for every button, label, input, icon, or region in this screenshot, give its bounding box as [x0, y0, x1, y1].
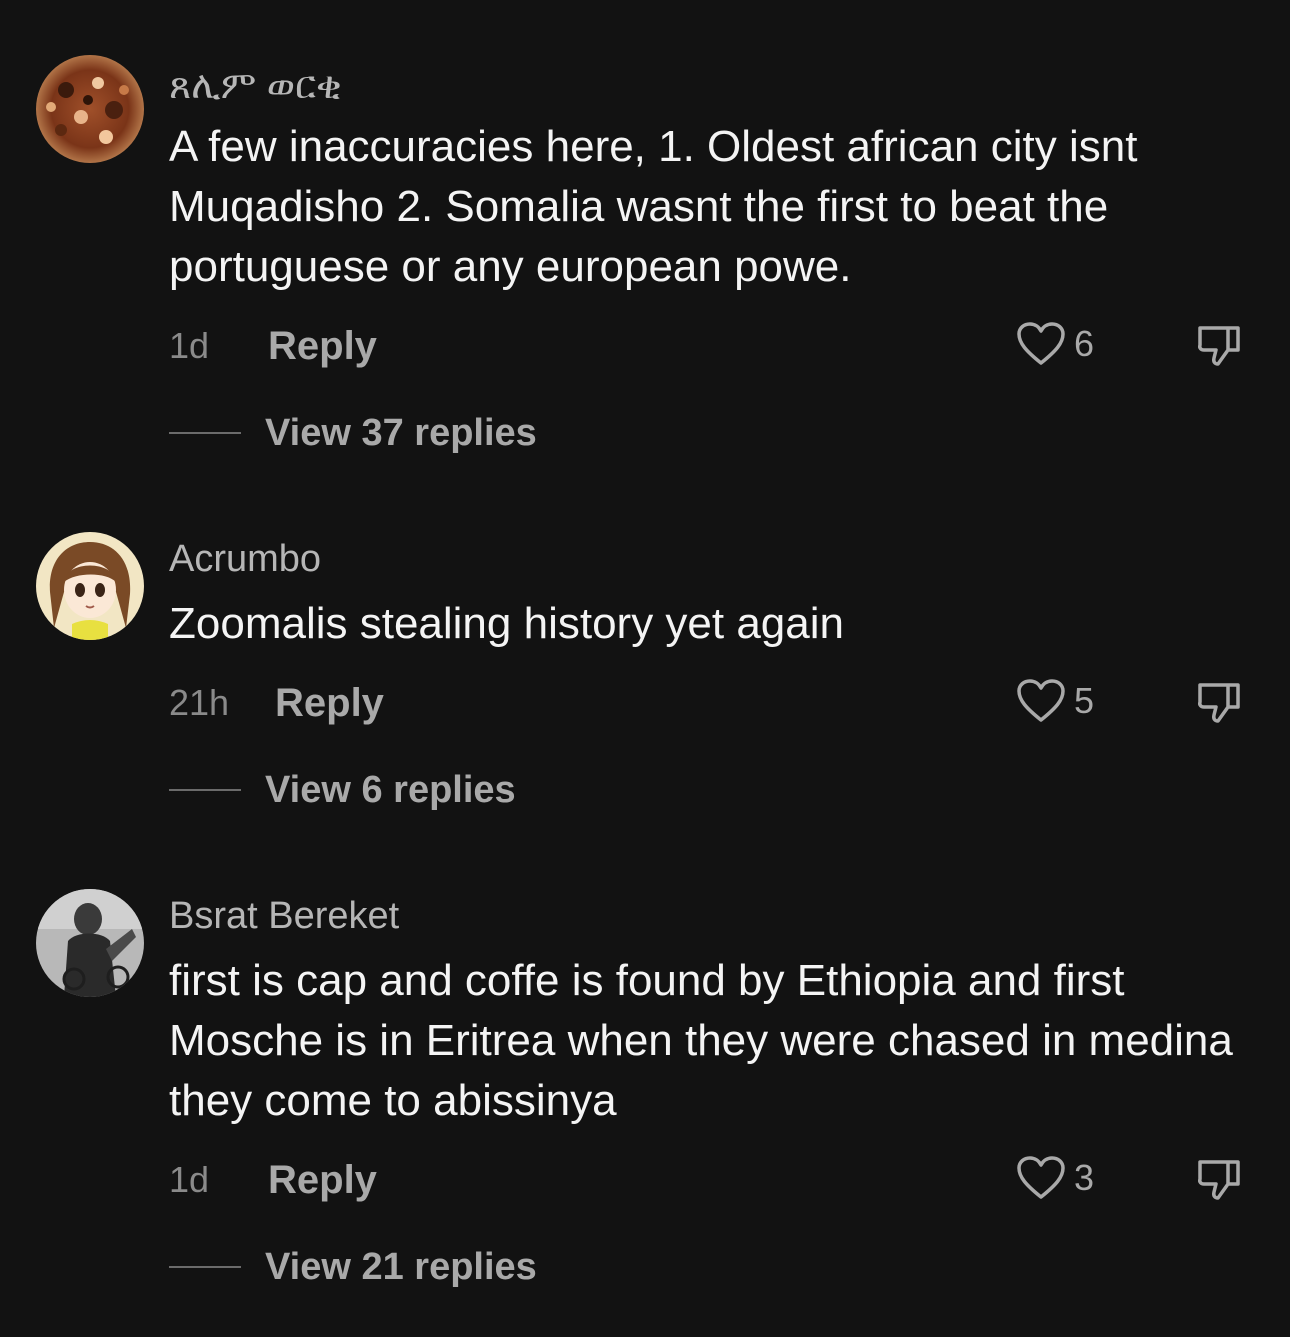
comment-text: Zoomalis stealing history yet again — [169, 599, 844, 648]
like-count: 3 — [1074, 1157, 1095, 1198]
thumbs-down-outline-icon — [1194, 320, 1244, 370]
username[interactable]: ጸሊም ወርቂ — [169, 67, 342, 105]
view-replies-button[interactable]: View 37 replies — [169, 411, 537, 455]
divider — [169, 432, 241, 434]
timestamp: 21h — [169, 682, 230, 723]
view-replies-label: View 21 replies — [265, 1246, 537, 1288]
comment-text: first is cap and coffe is found by Ethio… — [169, 956, 1233, 1125]
divider — [169, 789, 241, 791]
avatar[interactable] — [36, 532, 144, 640]
like-count: 6 — [1074, 323, 1095, 364]
dislike-button[interactable] — [1194, 1154, 1244, 1204]
food-photo-avatar-icon — [36, 55, 144, 163]
thumbs-down-outline-icon — [1194, 1154, 1244, 1204]
username[interactable]: Bsrat Bereket — [169, 897, 399, 935]
like-button[interactable]: 5 — [1016, 677, 1094, 725]
heart-outline-icon — [1016, 1155, 1066, 1201]
avatar[interactable] — [36, 889, 144, 997]
divider — [169, 1266, 241, 1268]
thumbs-down-outline-icon — [1194, 677, 1244, 727]
heart-outline-icon — [1016, 321, 1066, 367]
view-replies-label: View 37 replies — [265, 412, 537, 454]
dislike-button[interactable] — [1194, 677, 1244, 727]
heart-outline-icon — [1016, 678, 1066, 724]
like-button[interactable]: 6 — [1016, 320, 1094, 368]
avatar[interactable] — [36, 55, 144, 163]
view-replies-label: View 6 replies — [265, 769, 516, 811]
reply-button[interactable]: Reply — [275, 683, 384, 723]
comment-text: A few inaccuracies here, 1. Oldest afric… — [169, 122, 1138, 291]
like-count: 5 — [1074, 680, 1095, 721]
reply-button[interactable]: Reply — [268, 326, 377, 366]
dislike-button[interactable] — [1194, 320, 1244, 370]
anime-girl-avatar-icon — [36, 532, 144, 640]
timestamp: 1d — [169, 325, 210, 366]
reply-button[interactable]: Reply — [268, 1160, 377, 1200]
username[interactable]: Acrumbo — [169, 540, 321, 578]
view-replies-button[interactable]: View 6 replies — [169, 768, 516, 812]
timestamp: 1d — [169, 1159, 210, 1200]
grayscale-photo-avatar-icon — [36, 889, 144, 997]
view-replies-button[interactable]: View 21 replies — [169, 1245, 537, 1289]
like-button[interactable]: 3 — [1016, 1154, 1094, 1202]
